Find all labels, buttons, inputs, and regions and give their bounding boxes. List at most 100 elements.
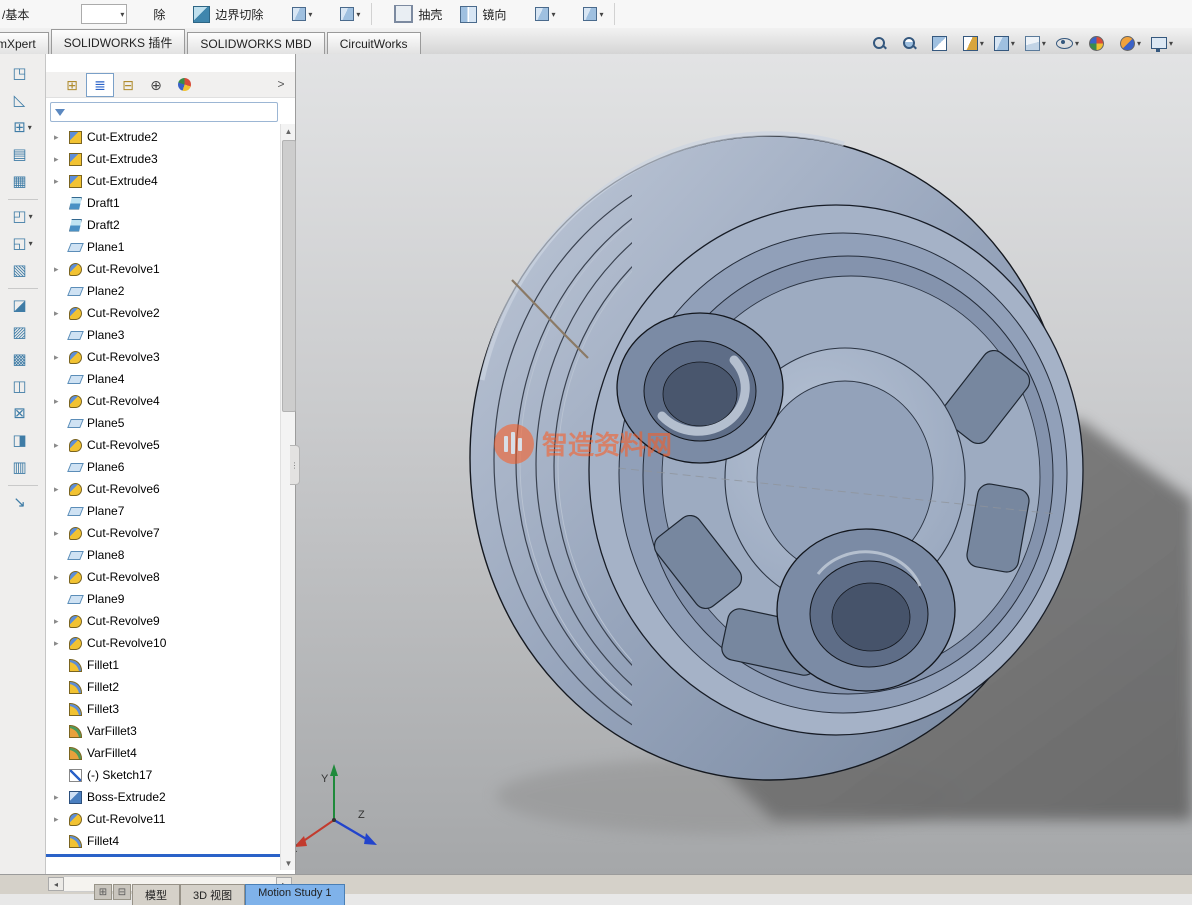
tree-item[interactable]: ▸ Plane4 [46, 368, 281, 390]
expand-arrow-icon[interactable]: ▸ [54, 176, 67, 187]
scroll-down-arrow[interactable]: ▼ [281, 856, 296, 870]
ribbon-dropdown-3[interactable]: ▾ [532, 5, 558, 23]
planar-surface-icon[interactable]: ◱ ▾ [0, 230, 45, 257]
expand-arrow-icon[interactable]: ▸ [54, 638, 67, 649]
left-toolbar-button[interactable]: ▾ [0, 195, 45, 203]
tree-item[interactable]: ▸ Draft1 [46, 192, 281, 214]
expand-arrow-icon[interactable]: ▸ [54, 308, 67, 319]
tree-item[interactable]: ▸ (-) Sketch17 [46, 764, 281, 786]
ribbon-dropdown-2[interactable]: ▾ [337, 5, 363, 23]
ruled-surface-icon[interactable]: ◪ ▾ [0, 292, 45, 319]
display-style-icon[interactable]: ▾ [1020, 32, 1051, 54]
tab-circuitworks[interactable]: CircuitWorks [326, 32, 421, 54]
model-tabs-icon[interactable]: ⊟ [113, 884, 131, 900]
tree-item[interactable]: ▸ Cut-Revolve1 [46, 258, 281, 280]
configurationmanager-tab[interactable]: ⊟ [114, 73, 142, 97]
tree-item[interactable]: ▸ Fillet4 [46, 830, 281, 852]
rollback-bar[interactable] [46, 854, 281, 857]
tree-item[interactable]: ▸ Cut-Revolve11 [46, 808, 281, 830]
measure-icon[interactable]: ↘ ▾ [0, 489, 45, 516]
expand-arrow-icon[interactable]: ▸ [54, 572, 67, 583]
panel-splitter-handle[interactable]: ⋮ [290, 445, 300, 485]
propertymanager-tab[interactable]: ≣ [86, 72, 114, 97]
expand-arrow-icon[interactable]: ▸ [54, 154, 67, 165]
zoom-fit-icon[interactable]: ▾ [867, 32, 897, 54]
apply-scene-icon[interactable]: ▾ [1115, 32, 1146, 54]
boundary-cut-button[interactable]: 边界切除 [189, 4, 267, 25]
expand-arrow-icon[interactable]: ▸ [54, 440, 67, 451]
featuremanager-tab[interactable]: ⊞ [58, 73, 86, 97]
edit-appearance-icon[interactable]: ▾ [1084, 32, 1115, 54]
filter-input[interactable] [69, 104, 273, 120]
expand-arrow-icon[interactable]: ▸ [54, 528, 67, 539]
scroll-left-arrow[interactable]: ◂ [48, 877, 64, 891]
revolved-surface-icon[interactable]: ◺ ▾ [0, 87, 45, 114]
displaymanager-tab[interactable] [170, 73, 198, 97]
tree-item[interactable]: ▸ Plane2 [46, 280, 281, 302]
tree-item[interactable]: ▸ Plane1 [46, 236, 281, 258]
tree-item[interactable]: ▸ Cut-Extrude3 [46, 148, 281, 170]
graphics-area[interactable]: 智造资料网 Y X Z [296, 54, 1192, 874]
dynamic-annotation-icon[interactable]: ▾ [958, 32, 989, 54]
tree-item[interactable]: ▸ Cut-Revolve9 [46, 610, 281, 632]
tree-item[interactable]: ▸ Fillet2 [46, 676, 281, 698]
offset-surface-icon[interactable]: ▧ ▾ [0, 257, 45, 284]
tab-solidworks-mbd[interactable]: SOLIDWORKS MBD [187, 32, 325, 54]
ribbon-dropdown-4[interactable]: ▾ [580, 5, 606, 23]
extruded-surface-icon[interactable]: ◳ ▾ [0, 60, 45, 87]
tree-item[interactable]: ▸ Plane8 [46, 544, 281, 566]
view-settings-icon[interactable]: ▾ [1146, 32, 1178, 54]
expand-arrow-icon[interactable]: ▸ [54, 132, 67, 143]
tree-item[interactable]: ▸ Cut-Extrude2 [46, 126, 281, 148]
tree-item[interactable]: ▸ Boss-Extrude2 [46, 786, 281, 808]
tree-item[interactable]: ▸ Cut-Extrude4 [46, 170, 281, 192]
tree-item[interactable]: ▸ Cut-Revolve6 [46, 478, 281, 500]
tree-item[interactable]: ▸ Fillet3 [46, 698, 281, 720]
dimxpertmanager-tab[interactable]: ⊕ [142, 73, 170, 97]
tab-model[interactable]: 模型 [132, 884, 180, 905]
panel-expand-chevron[interactable]: > [273, 74, 289, 94]
tree-item[interactable]: ▸ Draft2 [46, 214, 281, 236]
hide-show-items-icon[interactable]: ▾ [1051, 32, 1084, 54]
view-orientation-icon[interactable]: ▾ [989, 32, 1020, 54]
tree-item[interactable]: ▸ Cut-Revolve2 [46, 302, 281, 324]
tree-item[interactable]: ▸ Cut-Revolve5 [46, 434, 281, 456]
tab-mxpert[interactable]: mXpert [0, 32, 49, 54]
filled-surface-icon[interactable]: ◰ ▾ [0, 203, 45, 230]
lofted-surface-icon[interactable]: ▤ ▾ [0, 141, 45, 168]
tree-item[interactable]: ▸ Cut-Revolve8 [46, 566, 281, 588]
mirror-button[interactable]: 镜向 [456, 4, 510, 25]
boundary-surface-icon[interactable]: ▦ ▾ [0, 168, 45, 195]
tree-vertical-scrollbar[interactable]: ▲ ▼ [280, 124, 296, 870]
ribbon-combo[interactable]: ▾ [81, 4, 128, 24]
expand-arrow-icon[interactable]: ▸ [54, 814, 67, 825]
tree-item[interactable]: ▸ Cut-Revolve7 [46, 522, 281, 544]
model-tabs-icon[interactable]: ⊞ [94, 884, 112, 900]
ribbon-dropdown-1[interactable]: ▾ [289, 5, 315, 23]
scrollbar-thumb[interactable] [282, 140, 296, 412]
trim-surface-icon[interactable]: ⊠ ▾ [0, 400, 45, 427]
extend-surface-icon[interactable]: ◫ ▾ [0, 373, 45, 400]
expand-arrow-icon[interactable]: ▸ [54, 264, 67, 275]
left-toolbar-button[interactable]: ▾ [0, 284, 45, 292]
expand-arrow-icon[interactable]: ▸ [54, 484, 67, 495]
zoom-area-icon[interactable]: ▾ [897, 32, 927, 54]
swept-surface-icon[interactable]: ⊞ ▾ [0, 114, 45, 141]
section-view-icon[interactable]: ▾ [927, 32, 958, 54]
shell-button[interactable]: 抽壳 [390, 3, 446, 25]
expand-arrow-icon[interactable]: ▸ [54, 616, 67, 627]
tab-3d-views[interactable]: 3D 视图 [180, 884, 246, 905]
expand-arrow-icon[interactable]: ▸ [54, 396, 67, 407]
tab-solidworks-addins[interactable]: SOLIDWORKS 插件 [50, 29, 186, 54]
scroll-up-arrow[interactable]: ▲ [281, 124, 296, 138]
3d-model[interactable]: 智造资料网 Y X Z [296, 54, 1192, 874]
knit-surface-icon[interactable]: ▥ ▾ [0, 454, 45, 481]
tree-item[interactable]: ▸ Plane7 [46, 500, 281, 522]
tree-item[interactable]: ▸ Cut-Revolve4 [46, 390, 281, 412]
expand-arrow-icon[interactable]: ▸ [54, 792, 67, 803]
tree-item[interactable]: ▸ VarFillet4 [46, 742, 281, 764]
tree-item[interactable]: ▸ Fillet1 [46, 654, 281, 676]
replace-face-icon[interactable]: ▩ ▾ [0, 346, 45, 373]
tree-item[interactable]: ▸ Plane6 [46, 456, 281, 478]
expand-arrow-icon[interactable]: ▸ [54, 352, 67, 363]
